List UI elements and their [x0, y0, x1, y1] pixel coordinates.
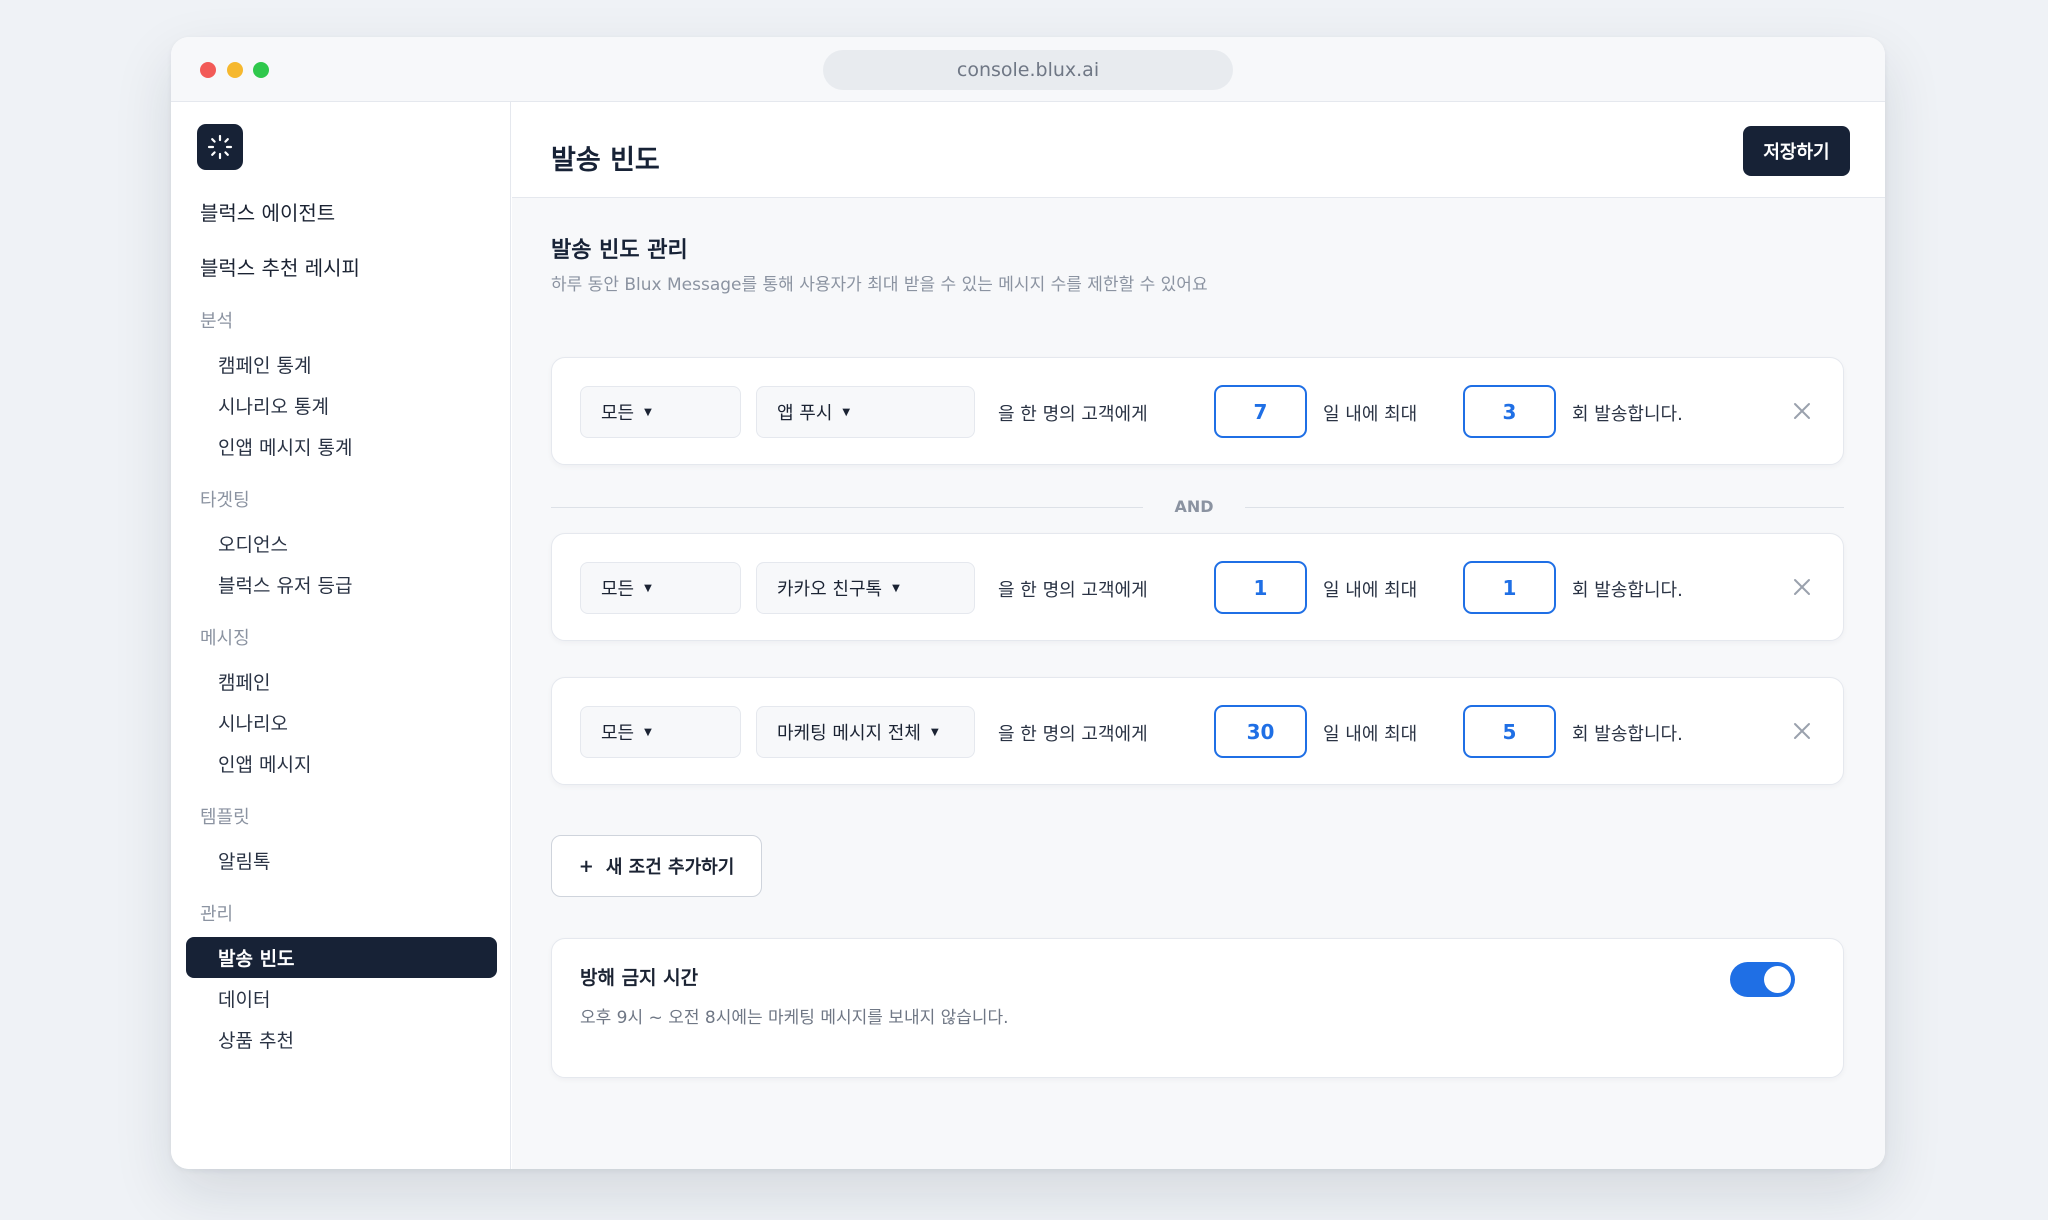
max-count-input[interactable]: 5 — [1463, 705, 1556, 758]
max-count-input[interactable]: 1 — [1463, 561, 1556, 614]
rule-target-text: 을 한 명의 고객에게 — [998, 404, 1148, 425]
plus-icon: + — [578, 855, 594, 877]
section-description: 하루 동안 Blux Message를 통해 사용자가 최대 받을 수 있는 메… — [551, 275, 1208, 295]
channel-select[interactable]: 카카오 친구톡 ▼ — [756, 562, 975, 614]
caret-down-icon: ▼ — [930, 726, 939, 738]
close-icon — [1794, 723, 1810, 739]
channel-select-value: 마케팅 메시지 전체 — [777, 723, 921, 744]
sidebar-item-product-recommendation[interactable]: 상품 추천 — [218, 1026, 294, 1053]
sidebar-item-audience[interactable]: 오디언스 — [218, 530, 288, 557]
page-title: 발송 빈도 — [551, 145, 660, 176]
sidebar-item-alimtalk[interactable]: 알림톡 — [218, 847, 270, 874]
sidebar-section-targeting: 타겟팅 — [200, 490, 250, 511]
sidebar: 블럭스 에이전트 블럭스 추천 레시피 분석 캠페인 통계 시나리오 통계 인앱… — [171, 102, 511, 1169]
sidebar-item-blux-agent[interactable]: 블럭스 에이전트 — [200, 197, 335, 226]
do-not-disturb-description: 오후 9시 ~ 오전 8시에는 마케팅 메시지를 보내지 않습니다. — [580, 1008, 1009, 1028]
days-input[interactable]: 1 — [1214, 561, 1307, 614]
scope-select-value: 모든 — [601, 403, 635, 424]
url-bar[interactable]: console.blux.ai — [823, 50, 1233, 90]
channel-select-value: 카카오 친구톡 — [777, 579, 883, 600]
scope-select[interactable]: 모든 ▼ — [580, 706, 741, 758]
remove-rule-button[interactable] — [1785, 570, 1819, 604]
rule-within-text: 일 내에 최대 — [1323, 580, 1418, 601]
channel-select[interactable]: 마케팅 메시지 전체 ▼ — [756, 706, 975, 758]
divider-line — [1245, 507, 1844, 508]
caret-down-icon: ▼ — [644, 582, 652, 594]
blux-logo-icon — [207, 134, 233, 160]
title-bar: console.blux.ai — [171, 37, 1885, 102]
sidebar-section-management: 관리 — [200, 904, 234, 925]
sidebar-item-data[interactable]: 데이터 — [218, 985, 270, 1012]
sidebar-item-scenario[interactable]: 시나리오 — [218, 709, 288, 736]
remove-rule-button[interactable] — [1785, 714, 1819, 748]
scope-select[interactable]: 모든 ▼ — [580, 386, 741, 438]
sidebar-item-scenario-stats[interactable]: 시나리오 통계 — [218, 392, 329, 419]
blux-logo[interactable] — [197, 124, 243, 170]
do-not-disturb-title: 방해 금지 시간 — [580, 967, 699, 989]
close-window-button[interactable] — [200, 62, 216, 78]
frequency-rule-card: 모든 ▼ 마케팅 메시지 전체 ▼ 을 한 명의 고객에게 30 일 내에 최대… — [551, 677, 1844, 785]
rule-within-text: 일 내에 최대 — [1323, 724, 1418, 745]
rule-send-text: 회 발송합니다. — [1572, 580, 1683, 601]
sidebar-item-campaign[interactable]: 캠페인 — [218, 668, 270, 695]
close-icon — [1794, 403, 1810, 419]
remove-rule-button[interactable] — [1785, 394, 1819, 428]
and-divider: AND — [551, 497, 1844, 517]
do-not-disturb-card: 방해 금지 시간 오후 9시 ~ 오전 8시에는 마케팅 메시지를 보내지 않습… — [551, 938, 1844, 1078]
rule-within-text: 일 내에 최대 — [1323, 404, 1418, 425]
caret-down-icon: ▼ — [892, 582, 900, 594]
channel-select-value: 앱 푸시 — [777, 403, 833, 424]
main-content: 발송 빈도 저장하기 발송 빈도 관리 하루 동안 Blux Message를 … — [512, 102, 1885, 1169]
divider-line — [551, 507, 1143, 508]
days-input[interactable]: 7 — [1214, 385, 1307, 438]
and-label: AND — [1174, 497, 1214, 516]
rule-send-text: 회 발송합니다. — [1572, 724, 1683, 745]
sidebar-item-user-grade[interactable]: 블럭스 유저 등급 — [218, 571, 352, 598]
minimize-window-button[interactable] — [227, 62, 243, 78]
scope-select[interactable]: 모든 ▼ — [580, 562, 741, 614]
days-input[interactable]: 30 — [1214, 705, 1307, 758]
scope-select-value: 모든 — [601, 579, 635, 600]
caret-down-icon: ▼ — [644, 406, 652, 418]
sidebar-section-template: 템플릿 — [200, 807, 250, 828]
rule-send-text: 회 발송합니다. — [1572, 404, 1683, 425]
sidebar-section-messaging: 메시징 — [200, 628, 250, 649]
scope-select-value: 모든 — [601, 723, 635, 744]
rule-target-text: 을 한 명의 고객에게 — [998, 724, 1148, 745]
add-condition-button[interactable]: + 새 조건 추가하기 — [551, 835, 762, 897]
sidebar-item-campaign-stats[interactable]: 캠페인 통계 — [218, 351, 311, 378]
maximize-window-button[interactable] — [253, 62, 269, 78]
page-header: 발송 빈도 저장하기 — [512, 102, 1885, 198]
frequency-rule-card: 모든 ▼ 카카오 친구톡 ▼ 을 한 명의 고객에게 1 일 내에 최대 1 회… — [551, 533, 1844, 641]
add-condition-label: 새 조건 추가하기 — [605, 857, 735, 878]
max-count-input[interactable]: 3 — [1463, 385, 1556, 438]
sidebar-item-send-frequency[interactable]: 발송 빈도 — [186, 937, 497, 978]
caret-down-icon: ▼ — [644, 726, 652, 738]
save-button[interactable]: 저장하기 — [1743, 126, 1850, 176]
sidebar-item-blux-recipe[interactable]: 블럭스 추천 레시피 — [200, 252, 360, 281]
do-not-disturb-toggle[interactable] — [1730, 962, 1795, 997]
sidebar-item-inapp-stats[interactable]: 인앱 메시지 통계 — [218, 433, 352, 460]
sidebar-section-analytics: 분석 — [200, 311, 234, 332]
close-icon — [1794, 579, 1810, 595]
toggle-knob — [1764, 966, 1791, 993]
browser-window: console.blux.ai 블럭스 에이전트 블럭스 추천 레시피 분석 캠… — [171, 37, 1885, 1169]
rule-target-text: 을 한 명의 고객에게 — [998, 580, 1148, 601]
frequency-rule-card: 모든 ▼ 앱 푸시 ▼ 을 한 명의 고객에게 7 일 내에 최대 3 회 발송… — [551, 357, 1844, 465]
caret-down-icon: ▼ — [842, 406, 851, 418]
section-title: 발송 빈도 관리 — [551, 238, 688, 263]
channel-select[interactable]: 앱 푸시 ▼ — [756, 386, 975, 438]
sidebar-item-inapp-message[interactable]: 인앱 메시지 — [218, 750, 311, 777]
